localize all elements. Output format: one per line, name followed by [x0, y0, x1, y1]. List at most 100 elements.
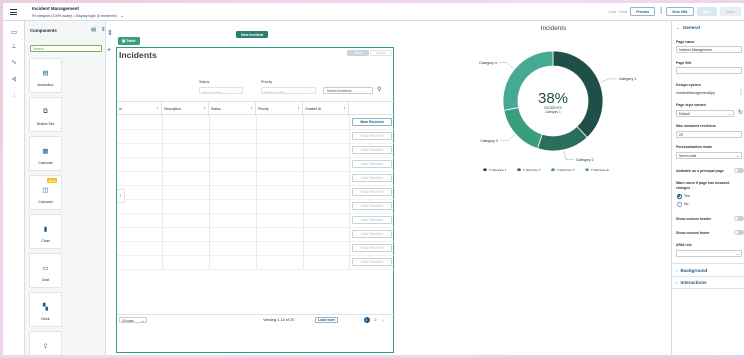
- sort-icon[interactable]: ⇕: [250, 106, 253, 110]
- mark-resolved-button[interactable]: Mark Resolved: [352, 202, 392, 210]
- max-revisions-input[interactable]: 25: [676, 131, 742, 138]
- column-header-label: Id: [119, 107, 122, 111]
- donut-slice-2[interactable]: [537, 125, 588, 152]
- legend-item[interactable]: Category 1: [483, 168, 507, 171]
- table-save-button[interactable]: Save: [347, 50, 369, 56]
- sort-icon[interactable]: ⇕: [343, 106, 346, 110]
- legend-item[interactable]: Category 4: [585, 168, 609, 171]
- legend-label: Category 1: [489, 168, 507, 171]
- mark-resolved-button[interactable]: Mark Resolved: [352, 174, 392, 182]
- component-card-button-set[interactable]: ⧉ Button Set: [29, 97, 62, 132]
- incidents-table-frame[interactable]: Incidents Save Cancel Status: Select a s…: [116, 47, 395, 353]
- page-name-input[interactable]: Incident Management: [676, 46, 742, 53]
- viewport-selector[interactable]: Fit viewport (100% scale) • Display logi…: [32, 13, 124, 18]
- donut-slice-3[interactable]: [503, 107, 543, 150]
- principal-page-toggle[interactable]: [734, 168, 744, 173]
- mark-resolved-button[interactable]: Mark Resolved: [352, 146, 392, 154]
- status-filter-select[interactable]: Select a status ⌄: [199, 87, 243, 94]
- hierarchy-icon[interactable]: ⊥: [10, 43, 18, 51]
- analytics-icon[interactable]: ⫶: [10, 92, 18, 100]
- legend-item[interactable]: Category 2: [517, 168, 541, 171]
- page-1-button[interactable]: 1: [363, 317, 370, 323]
- file-upload-icon: ⇪: [42, 343, 49, 350]
- refresh-icon[interactable]: ↻: [738, 109, 743, 116]
- table-row: Mark Resolved: [117, 157, 395, 171]
- search-icon[interactable]: ⚲: [377, 86, 381, 93]
- column-header[interactable]: Description ⇕: [162, 102, 209, 116]
- table-cancel-button[interactable]: Cancel: [370, 50, 392, 56]
- preview-button[interactable]: Preview: [630, 7, 656, 17]
- divider: [672, 263, 744, 264]
- more-options-icon[interactable]: ⋮: [658, 8, 664, 14]
- more-options-icon[interactable]: ⋮: [738, 89, 744, 96]
- legend-item[interactable]: Category 3: [551, 168, 575, 171]
- save-button[interactable]: Save: [696, 7, 717, 16]
- table-row: Mark Resolved: [117, 171, 395, 185]
- previous-page-icon[interactable]: ‹: [359, 318, 361, 323]
- mark-resolved-button[interactable]: Mark Resolved: [352, 216, 392, 224]
- style-variant-value: Default: [679, 112, 690, 116]
- custom-header-toggle[interactable]: [734, 216, 744, 221]
- events-icon[interactable]: ⊰: [10, 76, 18, 84]
- mark-resolved-button[interactable]: Mark Resolved: [352, 258, 392, 266]
- collapse-icon[interactable]: ⇕: [101, 27, 106, 33]
- page-title-input[interactable]: [676, 67, 742, 74]
- chevron-left-icon[interactable]: ‹: [117, 189, 125, 203]
- legend-swatch: [551, 168, 555, 171]
- component-card-chart[interactable]: ▮ Chart: [29, 214, 62, 249]
- component-label: Button Set: [37, 122, 54, 126]
- sort-icon[interactable]: ⇕: [297, 106, 300, 110]
- component-card-carousel[interactable]: ◫ Carousel Beta: [29, 175, 62, 210]
- personalization-select[interactable]: Server-side ⌄: [676, 152, 742, 159]
- component-card-calendar[interactable]: ▦ Calendar: [29, 136, 62, 171]
- rows-per-page-select[interactable]: 10 rows ⌄: [119, 317, 147, 323]
- center-value: 38%: [538, 90, 568, 107]
- section-background[interactable]: › Background: [676, 268, 707, 273]
- next-page-icon[interactable]: ›: [382, 318, 384, 323]
- sort-icon[interactable]: ⇕: [156, 106, 159, 110]
- warn-yes-radio[interactable]: [677, 194, 682, 199]
- page-2-button[interactable]: 2: [373, 317, 379, 323]
- load-more-button[interactable]: Load more: [315, 317, 338, 323]
- add-icon[interactable]: +: [107, 47, 111, 54]
- component-card-accordion[interactable]: ▤ Accordion: [29, 58, 62, 93]
- section-interactions[interactable]: › Interactions: [676, 280, 707, 285]
- redo-button[interactable]: Redo: [619, 10, 627, 14]
- warn-no-radio[interactable]: [677, 202, 682, 207]
- component-card-chat[interactable]: ▭ Chat: [29, 253, 62, 288]
- mark-resolved-button[interactable]: Mark Resolved: [352, 118, 392, 126]
- list-view-icon[interactable]: ▤: [91, 27, 96, 33]
- priority-filter-select[interactable]: Select a priority ⌄: [261, 87, 316, 94]
- mark-resolved-button[interactable]: Mark Resolved: [352, 132, 392, 140]
- mark-resolved-button[interactable]: Mark Resolved: [352, 244, 392, 252]
- column-header[interactable]: Status ⇕: [209, 102, 256, 116]
- undo-button[interactable]: Undo: [608, 10, 616, 14]
- section-background-label: Background: [680, 268, 708, 273]
- chevron-down-icon: ⌄: [140, 319, 144, 323]
- mark-resolved-button[interactable]: Mark Resolved: [352, 230, 392, 238]
- component-card-deck[interactable]: ▚ Deck: [29, 292, 62, 327]
- menu-icon[interactable]: [10, 9, 17, 15]
- new-incident-chip[interactable]: New Incident: [236, 31, 269, 39]
- column-header[interactable]: Created At ⇕: [303, 102, 349, 116]
- table-row: Mark Resolved: [117, 199, 395, 213]
- custom-footer-toggle[interactable]: [734, 230, 744, 235]
- style-variant-select[interactable]: Default ⌄: [676, 110, 734, 117]
- section-general[interactable]: ⌄ General: [676, 25, 700, 31]
- table-chip[interactable]: ▦ Table: [118, 37, 140, 45]
- close-button[interactable]: Close: [719, 7, 741, 16]
- aria-role-select[interactable]: ⌄: [676, 250, 742, 257]
- column-header[interactable]: Id ⇕: [117, 102, 162, 116]
- section-interactions-label: Interactions: [680, 280, 707, 285]
- incidents-search-input[interactable]: Search Incidents: [323, 87, 373, 94]
- components-search-input[interactable]: Search: [30, 45, 102, 52]
- sort-icon[interactable]: ⇕: [203, 106, 206, 110]
- column-header[interactable]: Priority ⇕: [256, 102, 303, 116]
- view-xml-button[interactable]: View XML: [666, 7, 694, 17]
- pages-icon[interactable]: ▭: [10, 29, 18, 37]
- data-icon[interactable]: ∿: [10, 59, 18, 67]
- collapse-panel-icon[interactable]: ⇕: [107, 29, 113, 37]
- mark-resolved-button[interactable]: Mark Resolved: [352, 160, 392, 168]
- mark-resolved-button[interactable]: Mark Resolved: [352, 188, 392, 196]
- component-card-file-upload[interactable]: ⇪File Upload: [29, 331, 62, 355]
